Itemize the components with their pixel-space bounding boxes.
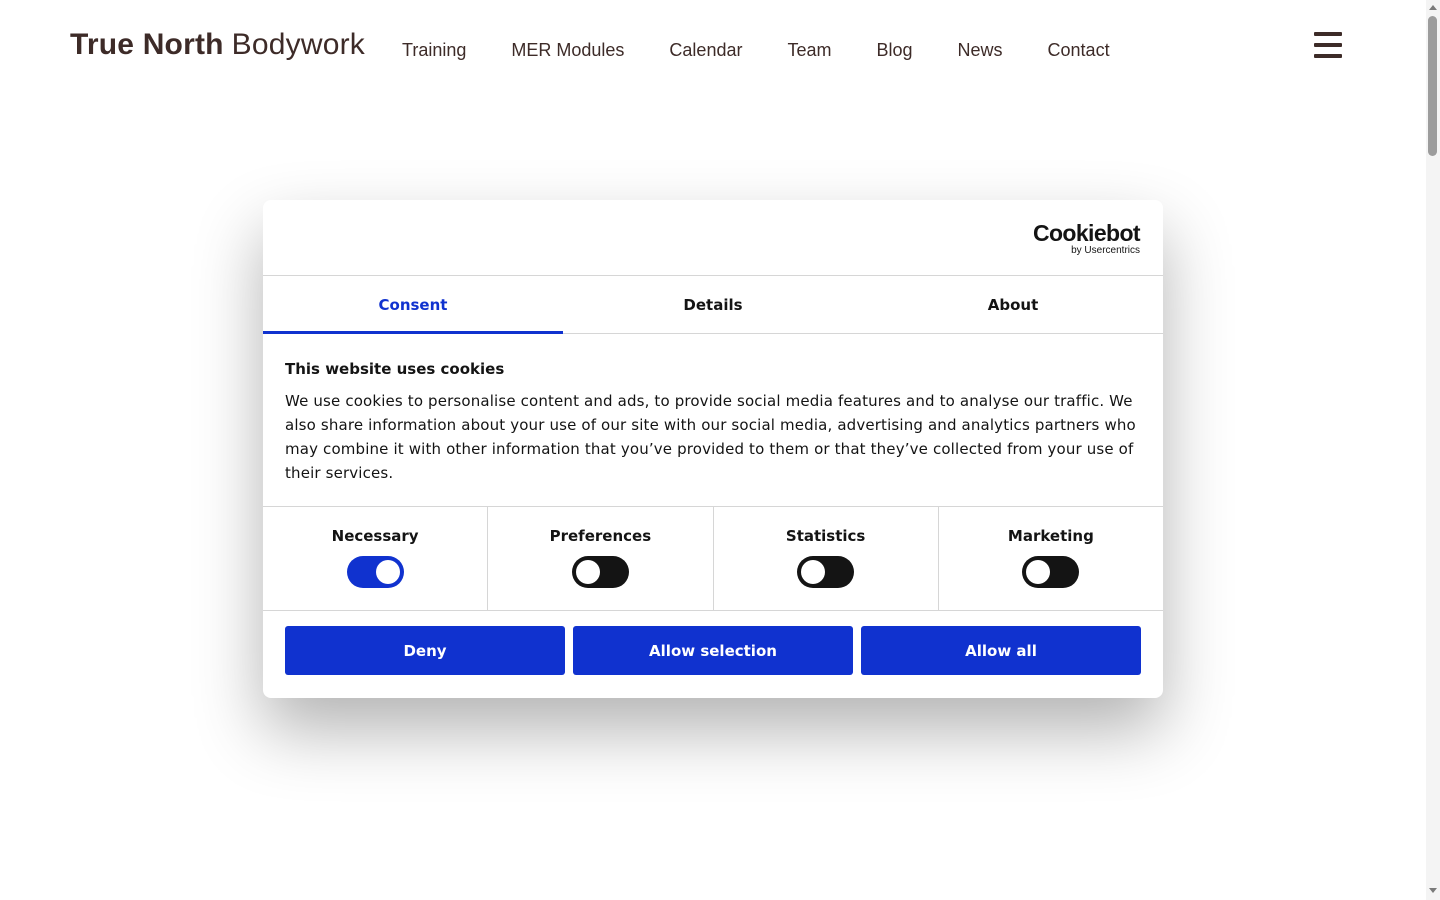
hamburger-bar	[1314, 32, 1342, 36]
consent-heading: This website uses cookies	[285, 360, 505, 378]
scroll-down-arrow-icon[interactable]	[1429, 888, 1437, 893]
toggle-knob	[375, 560, 400, 584]
toggle-label-preferences: Preferences	[549, 527, 652, 545]
tab-about[interactable]: About	[863, 276, 1163, 333]
toggle-cell-marketing: Marketing	[939, 507, 1163, 610]
nav-news[interactable]: News	[958, 40, 1003, 61]
allow-selection-button[interactable]: Allow selection	[573, 626, 853, 675]
dialog-tabs: Consent Details About	[263, 276, 1163, 334]
toggle-necessary[interactable]	[346, 556, 404, 588]
nav-calendar[interactable]: Calendar	[669, 40, 742, 61]
hamburger-menu-icon[interactable]	[1314, 32, 1342, 58]
nav-contact[interactable]: Contact	[1048, 40, 1110, 61]
consent-body: This website uses cookies We use cookies…	[263, 334, 1163, 507]
toggle-cell-necessary: Necessary	[263, 507, 489, 610]
toggle-cell-preferences: Preferences	[488, 507, 714, 610]
site-logo[interactable]: True North Bodywork	[70, 28, 365, 68]
nav-mer-modules[interactable]: MER Modules	[511, 40, 624, 61]
nav-training[interactable]: Training	[402, 40, 466, 61]
toggle-label-statistics: Statistics	[785, 527, 866, 545]
cookie-category-toggles: Necessary Preferences Statistics Marketi…	[263, 507, 1163, 611]
scrollbar-thumb[interactable]	[1428, 16, 1437, 156]
toggle-label-marketing: Marketing	[1007, 527, 1094, 545]
cookiebot-logo-sub: by Usercentrics	[1071, 245, 1140, 256]
nav-team[interactable]: Team	[787, 40, 831, 61]
cookiebot-logo[interactable]: Cookiebot by Usercentrics	[1032, 220, 1141, 256]
site-header: True North Bodywork Training MER Modules…	[0, 0, 1426, 100]
toggle-preferences[interactable]	[571, 556, 629, 588]
tab-details[interactable]: Details	[563, 276, 863, 333]
main-nav: Training MER Modules Calendar Team Blog …	[402, 40, 1155, 61]
toggle-knob	[1026, 560, 1051, 584]
toggle-marketing[interactable]	[1022, 556, 1080, 588]
toggle-cell-statistics: Statistics	[714, 507, 939, 610]
cookiebot-logo-name: Cookiebot	[1032, 220, 1141, 246]
consent-buttons: Deny Allow selection Allow all	[263, 611, 1163, 675]
toggle-knob	[801, 560, 826, 584]
tab-consent[interactable]: Consent	[263, 276, 563, 334]
toggle-statistics[interactable]	[797, 556, 855, 588]
nav-blog[interactable]: Blog	[876, 40, 912, 61]
consent-text: We use cookies to personalise content an…	[285, 392, 1136, 482]
deny-button[interactable]: Deny	[285, 626, 565, 675]
cookie-consent-dialog: Cookiebot by Usercentrics Consent Detail…	[263, 200, 1163, 698]
dialog-header: Cookiebot by Usercentrics	[263, 200, 1163, 276]
scroll-up-arrow-icon[interactable]	[1429, 5, 1437, 10]
page-scrollbar[interactable]	[1426, 0, 1440, 900]
hamburger-bar	[1314, 43, 1342, 47]
hamburger-bar	[1314, 54, 1342, 58]
allow-all-button[interactable]: Allow all	[861, 626, 1141, 675]
toggle-knob	[575, 560, 600, 584]
toggle-label-necessary: Necessary	[331, 527, 419, 545]
logo-text-light: Bodywork	[231, 28, 365, 61]
logo-text-bold: True North	[70, 28, 224, 61]
